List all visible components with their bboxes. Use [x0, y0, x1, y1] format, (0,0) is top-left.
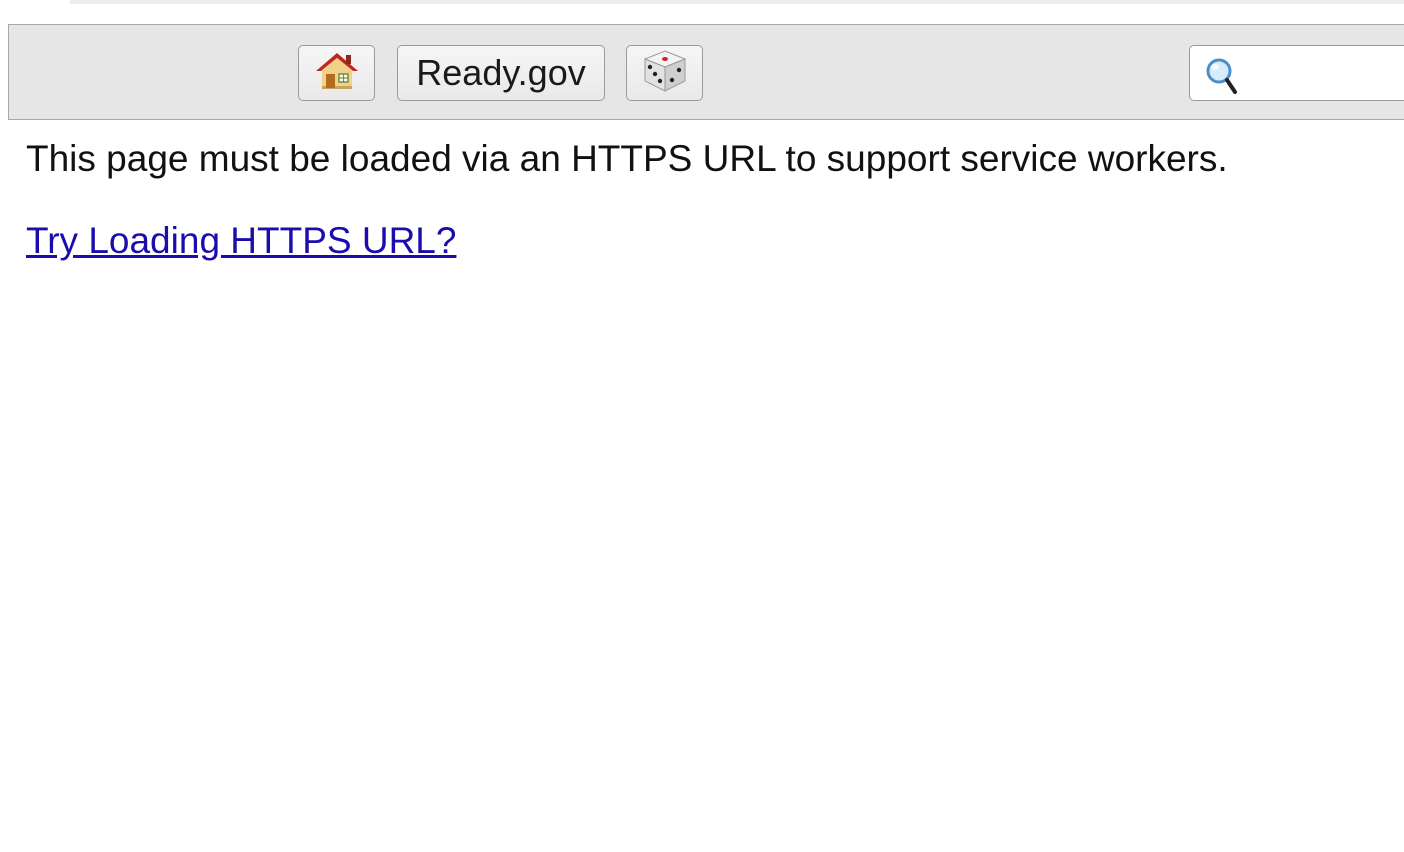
toolbar: Ready.gov — [8, 24, 1404, 120]
window-top-strip — [0, 0, 1404, 24]
home-button[interactable] — [298, 45, 375, 101]
house-icon — [314, 50, 360, 97]
search-input[interactable] — [1248, 54, 1402, 94]
dice-icon — [641, 48, 689, 99]
site-button[interactable]: Ready.gov — [397, 45, 605, 101]
try-https-link[interactable]: Try Loading HTTPS URL? — [26, 219, 456, 263]
https-warning-message: This page must be loaded via an HTTPS UR… — [26, 138, 1228, 179]
search-icon — [1204, 56, 1240, 101]
random-button[interactable] — [626, 45, 703, 101]
site-button-label: Ready.gov — [416, 52, 586, 93]
search-box[interactable] — [1189, 45, 1404, 101]
top-divider — [70, 0, 1404, 4]
